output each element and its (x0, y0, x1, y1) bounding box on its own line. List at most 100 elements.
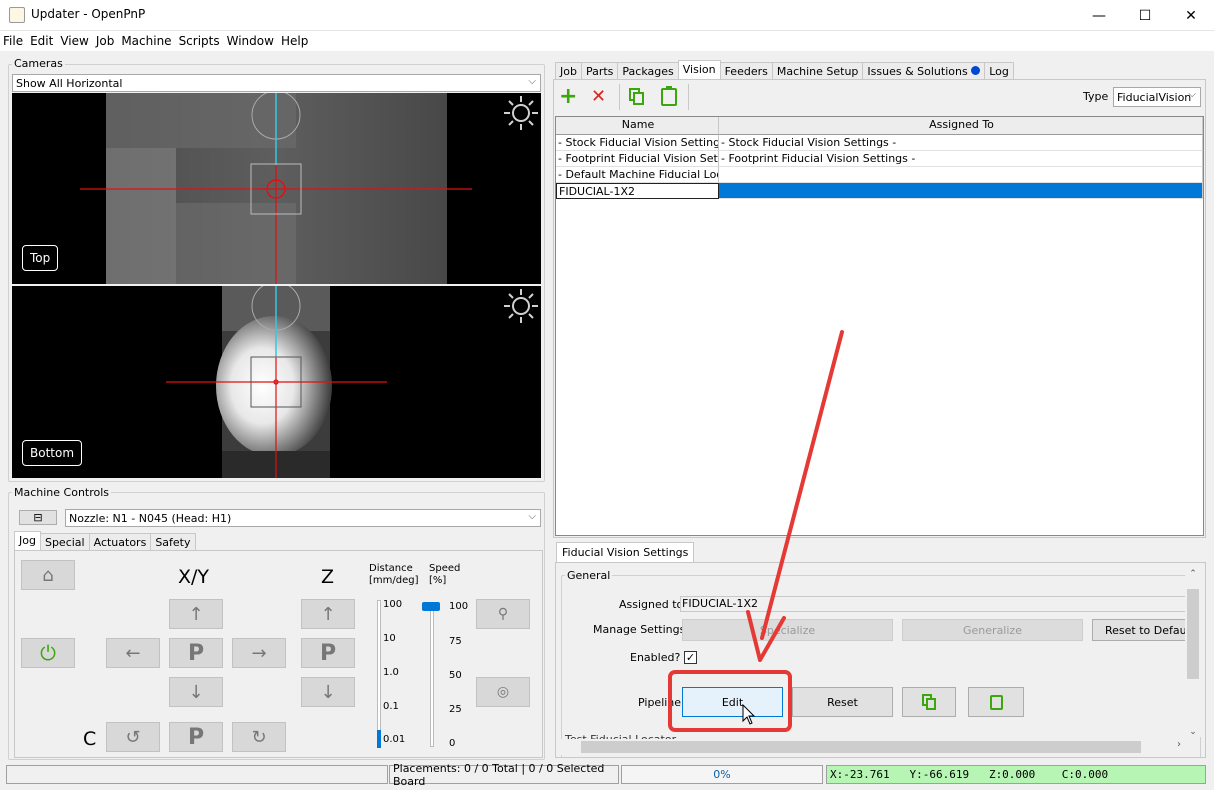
nozzle-select[interactable]: Nozzle: N1 - N045 (Head: H1) ⌵ (65, 509, 541, 527)
speed-label: Speed [%] (429, 563, 460, 587)
status-message (6, 765, 388, 784)
jog-x-minus-button[interactable]: ← (106, 638, 160, 668)
annotation-highlight-box (668, 670, 792, 732)
chevron-down-icon: ⌵ (528, 511, 536, 522)
camera-move-button[interactable]: ◎ (476, 677, 530, 707)
z-label: Z (321, 566, 335, 588)
home-button[interactable]: ⌂ (21, 560, 75, 590)
arrow-left-icon: ← (125, 642, 141, 664)
window-title: Updater - OpenPnP (31, 7, 146, 21)
tab-vision[interactable]: Vision (677, 60, 721, 80)
jog-y-plus-button[interactable]: ↑ (169, 599, 223, 629)
tab-feeders[interactable]: Feeders (719, 62, 773, 80)
rotate-cw-button[interactable]: ↻ (232, 722, 286, 752)
copy-pipeline-button[interactable] (902, 687, 956, 717)
rotate-ccw-button[interactable]: ↺ (106, 722, 160, 752)
top-camera-label: Top (22, 245, 59, 271)
distance-title: Distance (369, 563, 413, 574)
row-assigned[interactable]: - Stock Fiducial Vision Settings - (719, 135, 1203, 151)
power-icon: ⏻ (40, 641, 56, 665)
toolbar-divider (688, 84, 689, 110)
menu-job[interactable]: Job (96, 34, 115, 48)
tab-special[interactable]: Special (39, 533, 90, 551)
tab-job[interactable]: Job (555, 62, 582, 80)
row-assigned[interactable]: - Footprint Fiducial Vision Settings - (719, 151, 1203, 167)
chevron-down-icon: ⌵ (1188, 89, 1196, 100)
paste-pipeline-button[interactable] (968, 687, 1024, 717)
row-assigned[interactable] (719, 167, 1203, 183)
h-scroll-thumb[interactable] (581, 741, 1141, 753)
minimize-button[interactable]: — (1076, 0, 1122, 31)
park-xy-button[interactable]: P (169, 638, 223, 668)
horizontal-scrollbar[interactable]: › (561, 739, 1185, 755)
add-icon[interactable]: + (559, 86, 581, 108)
tab-parts[interactable]: Parts (580, 62, 619, 80)
distance-slider[interactable] (377, 600, 381, 748)
column-header-assigned[interactable]: Assigned To (719, 117, 1203, 135)
row-assigned-selected[interactable] (719, 183, 1203, 199)
machine-controls-title: Machine Controls (12, 486, 112, 499)
column-header-name[interactable]: Name (556, 117, 719, 135)
row-name-selected[interactable]: FIDUCIAL-1X2 (556, 183, 719, 199)
distance-label: Distance [mm/deg] (369, 563, 419, 587)
row-name[interactable]: - Default Machine Fiducial Loca... (556, 167, 719, 183)
maximize-button[interactable]: ☐ (1122, 0, 1168, 31)
collapse-button[interactable]: ⊟ (19, 510, 57, 525)
speed-slider-thumb[interactable] (422, 602, 440, 611)
menu-bar: File Edit View Job Machine Scripts Windo… (0, 31, 1214, 51)
annotation-arrow (760, 330, 844, 640)
tab-machine-setup[interactable]: Machine Setup (771, 62, 864, 80)
reset-to-default-button[interactable]: Reset to Default (1092, 619, 1192, 641)
menu-machine[interactable]: Machine (121, 34, 171, 48)
nozzle-value: Nozzle: N1 - N045 (Head: H1) (69, 511, 232, 525)
paste-icon[interactable] (661, 86, 677, 106)
annotation-overlay (668, 330, 844, 732)
row-name[interactable]: - Footprint Fiducial Vision Setti... (556, 151, 719, 167)
park-c-button[interactable]: P (169, 722, 223, 752)
menu-help[interactable]: Help (281, 34, 308, 48)
menu-edit[interactable]: Edit (30, 34, 53, 48)
tab-safety[interactable]: Safety (150, 533, 196, 551)
park-z-button[interactable]: P (301, 638, 355, 668)
type-select[interactable]: FiducialVision ⌵ (1113, 87, 1201, 107)
delete-icon[interactable]: ✕ (591, 86, 613, 108)
distance-unit: [mm/deg] (369, 575, 419, 586)
dro-readout: X:-23.761 Y:-66.619 Z:0.000 C:0.000 (826, 765, 1206, 784)
tab-packages[interactable]: Packages (617, 62, 679, 80)
speed-title: Speed (429, 563, 461, 574)
scroll-thumb[interactable] (1187, 589, 1199, 679)
paste-icon (989, 694, 1003, 710)
menu-file[interactable]: File (3, 34, 23, 48)
top-camera-image (80, 93, 538, 284)
generalize-button[interactable]: Generalize (902, 619, 1083, 641)
speed-slider[interactable] (430, 605, 434, 747)
nozzle-tip-button[interactable]: ⚲ (476, 599, 530, 629)
progress-bar: 0% (621, 765, 823, 784)
jog-y-minus-button[interactable]: ↓ (169, 677, 223, 707)
distance-1: 1.0 (383, 667, 399, 678)
jog-x-plus-button[interactable]: → (232, 638, 286, 668)
progress-text: 0% (713, 768, 731, 781)
menu-view[interactable]: View (60, 34, 88, 48)
camera-layout-select[interactable]: Show All Horizontal ⌵ (12, 74, 541, 92)
tab-actuators[interactable]: Actuators (88, 533, 152, 551)
type-value: FiducialVision (1117, 90, 1192, 104)
vertical-scrollbar[interactable]: ⌃ ⌄ (1185, 569, 1201, 737)
vision-settings-table: Name Assigned To - Stock Fiducial Vision… (555, 116, 1204, 536)
tab-log[interactable]: Log (984, 62, 1014, 80)
copy-icon[interactable] (629, 88, 645, 106)
title-bar: Updater - OpenPnP — ☐ ✕ (0, 0, 1214, 31)
close-button[interactable]: ✕ (1168, 0, 1214, 31)
tab-jog[interactable]: Jog (14, 531, 41, 551)
row-name[interactable]: - Stock Fiducial Vision Settings - (556, 135, 719, 151)
jog-z-down-button[interactable]: ↓ (301, 677, 355, 707)
jog-z-up-button[interactable]: ↑ (301, 599, 355, 629)
bottom-camera-view[interactable]: Bottom (12, 286, 541, 478)
top-camera-view[interactable]: Top (12, 93, 541, 284)
distance-slider-fill (377, 730, 381, 748)
power-button[interactable]: ⏻ (21, 638, 75, 668)
target-icon: ◎ (496, 684, 510, 700)
tab-issues-solutions[interactable]: Issues & Solutions (862, 62, 986, 80)
menu-scripts[interactable]: Scripts (179, 34, 220, 48)
menu-window[interactable]: Window (227, 34, 274, 48)
